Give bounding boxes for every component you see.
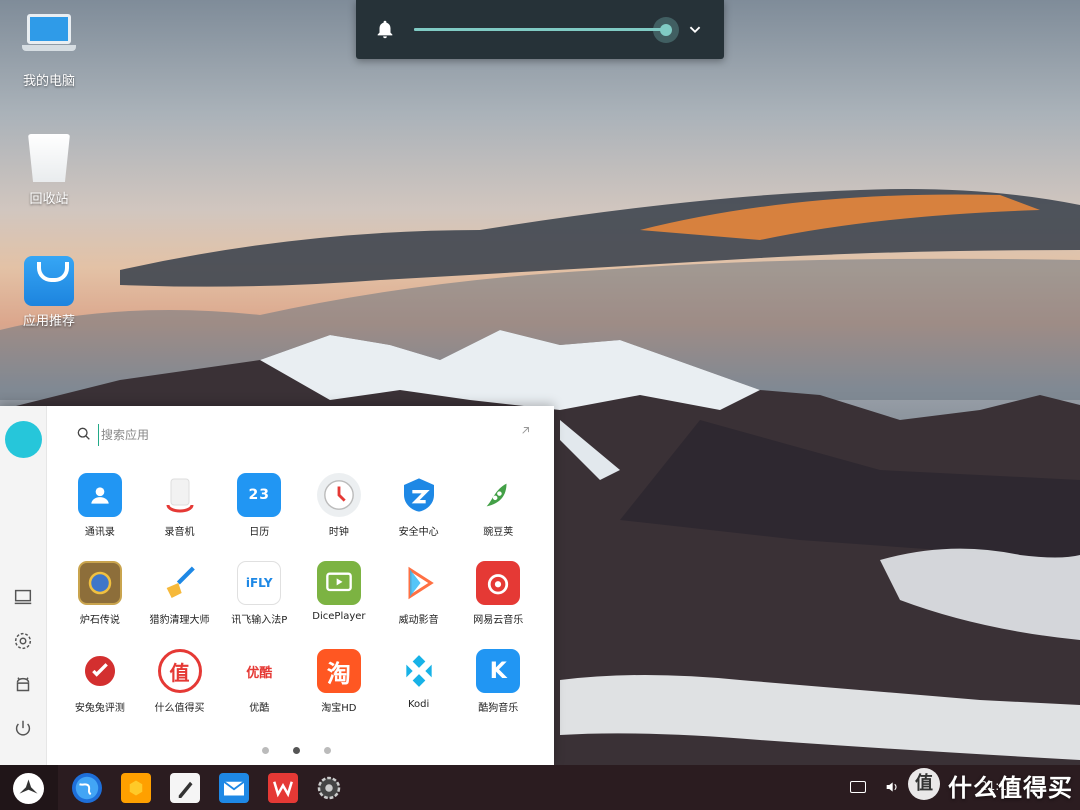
pea-pod-icon	[476, 473, 521, 517]
volume-slider-thumb[interactable]	[653, 17, 679, 43]
file-manager-icon[interactable]	[121, 773, 151, 803]
volume-slider-fill	[414, 28, 666, 31]
search-input[interactable]	[98, 424, 498, 446]
contacts-icon	[77, 473, 122, 517]
desktop-icon[interactable]	[12, 586, 34, 608]
recorder-icon	[158, 473, 202, 517]
start-button[interactable]	[0, 765, 58, 810]
app-label: 讯飞输入法P	[231, 615, 288, 626]
app-label: 酷狗音乐	[478, 703, 519, 714]
desktop-icon-label: 回收站	[29, 192, 69, 207]
volume-slider[interactable]	[414, 28, 666, 31]
watermark-badge: 值	[908, 768, 940, 800]
app-clock[interactable]: 时钟	[299, 470, 379, 542]
app-wandoujia[interactable]: 豌豆荚	[458, 470, 538, 542]
app-calendar[interactable]: 23 日历	[219, 470, 299, 542]
app-label: 炉石传说	[79, 615, 120, 626]
desktop-icon-label: 应用推荐	[22, 314, 75, 329]
app-label: 网易云音乐	[473, 615, 524, 626]
start-menu: 通讯录 录音机 23 日历 时钟 安全中心 豌豆荚 炉石传说 猎豹清理大师 iFL…	[0, 406, 554, 765]
desktop-icon-label: 我的电脑	[22, 74, 75, 89]
email-icon[interactable]	[219, 773, 249, 803]
app-search	[72, 424, 532, 446]
desktop-icon-recycle-bin[interactable]: 回收站	[12, 130, 86, 207]
calendar-icon: 23	[237, 473, 282, 517]
taobao-icon: 淘	[316, 649, 361, 693]
volume-icon[interactable]	[884, 779, 900, 795]
start-menu-sidebar	[0, 406, 47, 765]
app-label: 通讯录	[84, 527, 115, 538]
avatar[interactable]	[5, 421, 42, 458]
page-dot[interactable]	[262, 747, 269, 754]
clock-icon	[316, 473, 361, 517]
page-dot[interactable]	[324, 747, 331, 754]
app-security-center[interactable]: 安全中心	[379, 470, 459, 542]
page-indicator	[262, 739, 355, 758]
volume-osd	[356, 0, 724, 59]
app-ifly-input[interactable]: iFLY 讯飞输入法P	[219, 558, 299, 630]
smzdm-icon: 值	[157, 649, 202, 693]
watermark-text: 什么值得买	[948, 774, 1073, 802]
app-kugou-music[interactable]: K 酷狗音乐	[458, 646, 538, 718]
recycle-bin-icon	[22, 130, 76, 184]
app-label: Kodi	[407, 699, 430, 710]
broom-icon	[158, 561, 202, 605]
notes-icon[interactable]	[170, 773, 200, 803]
laptop-icon	[22, 12, 76, 66]
page-dot-active[interactable]	[293, 747, 300, 754]
settings-icon[interactable]	[12, 630, 34, 652]
power-icon[interactable]	[12, 718, 34, 740]
netease-music-icon	[476, 561, 521, 605]
app-label: 安兔兔评测	[74, 703, 125, 714]
app-netease-music[interactable]: 网易云音乐	[458, 558, 538, 630]
wps-office-icon[interactable]	[268, 773, 298, 803]
hearthstone-icon	[77, 561, 122, 605]
app-taobao-hd[interactable]: 淘淘宝HD	[299, 646, 379, 718]
desktop-icon-app-recommend[interactable]: 应用推荐	[12, 252, 86, 329]
shopping-bag-icon	[22, 252, 76, 306]
app-hearthstone[interactable]: 炉石传说	[60, 558, 140, 630]
app-antutu[interactable]: 安兔兔评测	[60, 646, 140, 718]
watermark: 值 什么值得买	[908, 766, 1080, 802]
app-label: 猎豹清理大师	[149, 615, 210, 626]
kodi-icon	[397, 649, 441, 693]
video-player-icon	[316, 561, 361, 605]
app-smzdm[interactable]: 值什么值得买	[140, 646, 220, 718]
app-cleaner[interactable]: 猎豹清理大师	[140, 558, 220, 630]
settings-icon[interactable]	[314, 773, 344, 803]
kugou-icon: K	[476, 649, 521, 693]
search-icon	[77, 427, 90, 440]
app-label: 优酷	[249, 703, 270, 714]
android-icon[interactable]	[12, 674, 34, 696]
app-label: 淘宝HD	[321, 703, 357, 714]
play-icon	[397, 561, 441, 605]
app-label: 什么值得买	[154, 703, 205, 714]
app-grid: 通讯录 录音机 23 日历 时钟 安全中心 豌豆荚 炉石传说 猎豹清理大师 iFL…	[60, 470, 538, 718]
app-kodi[interactable]: Kodi	[379, 646, 459, 718]
ifly-icon: iFLY	[237, 561, 282, 605]
youku-icon: 优酷	[237, 649, 282, 693]
desktop-icon-my-computer[interactable]: 我的电脑	[12, 12, 86, 89]
app-label: DicePlayer	[312, 611, 366, 622]
app-weidong-player[interactable]: 威动影音	[379, 558, 459, 630]
expand-icon[interactable]	[518, 424, 532, 438]
app-youku[interactable]: 优酷 优酷	[219, 646, 299, 718]
app-diceplayer[interactable]: DicePlayer	[299, 558, 379, 630]
browser-icon[interactable]	[72, 773, 102, 803]
chevron-down-icon[interactable]	[684, 18, 706, 40]
bell-icon	[377, 20, 393, 39]
app-contacts[interactable]: 通讯录	[60, 470, 140, 542]
app-recorder[interactable]: 录音机	[140, 470, 220, 542]
shield-icon	[397, 473, 441, 517]
app-label: 日历	[249, 527, 270, 538]
antutu-icon	[78, 649, 122, 693]
start-logo-icon	[13, 773, 44, 804]
app-label: 威动影音	[398, 615, 439, 626]
app-label: 录音机	[164, 527, 195, 538]
app-label: 豌豆荚	[483, 527, 514, 538]
app-label: 安全中心	[398, 527, 439, 538]
app-label: 时钟	[328, 527, 349, 538]
keyboard-icon[interactable]	[850, 781, 866, 793]
